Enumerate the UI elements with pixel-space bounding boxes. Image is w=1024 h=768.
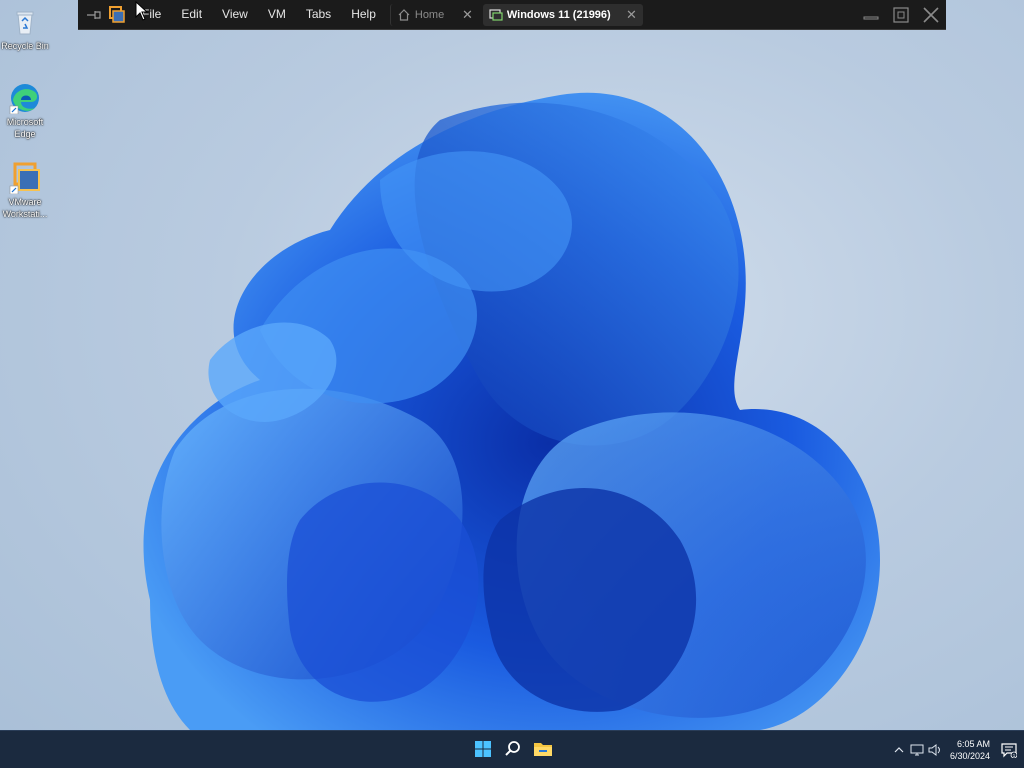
close-icon[interactable] xyxy=(916,0,946,29)
menu-help[interactable]: Help xyxy=(341,0,386,29)
notification-icon: 1 xyxy=(1001,742,1017,758)
taskbar-pinned xyxy=(472,737,554,761)
system-tray: 6:05 AM 6/30/2024 1 xyxy=(890,731,1024,768)
mouse-cursor-icon xyxy=(135,1,149,21)
clock[interactable]: 6:05 AM 6/30/2024 xyxy=(950,738,990,762)
volume-icon[interactable] xyxy=(928,743,942,757)
tab-windows-11[interactable]: Windows 11 (21996) ✕ xyxy=(482,3,643,26)
home-icon xyxy=(398,8,410,21)
recycle-bin-icon xyxy=(16,11,34,35)
file-explorer-button[interactable] xyxy=(532,737,554,761)
tab-label: Home xyxy=(414,8,445,21)
menu-edit[interactable]: Edit xyxy=(171,0,212,29)
window-controls xyxy=(856,0,946,29)
desktop-icon-label: Microsoft Edge xyxy=(6,117,44,139)
start-button[interactable] xyxy=(472,737,494,761)
menu-vm[interactable]: VM xyxy=(258,0,296,29)
chevron-up-icon[interactable] xyxy=(892,743,906,757)
tab-home[interactable]: Home ✕ xyxy=(389,3,479,26)
edge-icon xyxy=(9,84,39,114)
start-icon xyxy=(475,741,491,757)
desktop-icon-label: VMware Workstati... xyxy=(2,197,48,219)
vmware-icon xyxy=(9,162,40,194)
file-explorer-icon xyxy=(534,743,552,756)
notification-button[interactable]: 1 xyxy=(998,731,1020,768)
desktop-wallpaper xyxy=(0,0,1024,730)
desktop-icon-edge[interactable]: Microsoft Edge xyxy=(2,82,48,140)
close-tab-icon[interactable]: ✕ xyxy=(462,7,473,23)
menu-view[interactable]: View xyxy=(212,0,258,29)
vm-icon xyxy=(489,8,503,21)
taskbar: 6:05 AM 6/30/2024 1 xyxy=(0,730,1024,768)
vmware-app-icon[interactable] xyxy=(108,5,126,24)
pin-icon[interactable] xyxy=(84,5,104,25)
restore-icon[interactable] xyxy=(886,0,916,29)
search-icon xyxy=(505,741,520,756)
vmware-toolbar: File Edit View VM Tabs Help Home ✕ Windo… xyxy=(78,0,946,30)
menu-bar: File Edit View VM Tabs Help xyxy=(132,0,386,29)
close-tab-icon[interactable]: ✕ xyxy=(626,7,637,23)
network-icon[interactable] xyxy=(910,743,924,757)
tab-label: Windows 11 (21996) xyxy=(506,8,611,21)
clock-date: 6/30/2024 xyxy=(949,750,990,761)
minimize-icon[interactable] xyxy=(856,0,886,29)
desktop-icon-recycle-bin[interactable]: Recycle Bin xyxy=(1,6,49,52)
desktop-icon-vmware[interactable]: VMware Workstati... xyxy=(2,162,48,220)
desktop-icon-label: Recycle Bin xyxy=(1,41,49,51)
search-button[interactable] xyxy=(502,737,524,761)
menu-tabs[interactable]: Tabs xyxy=(296,0,341,29)
clock-time: 6:05 AM xyxy=(956,738,990,749)
